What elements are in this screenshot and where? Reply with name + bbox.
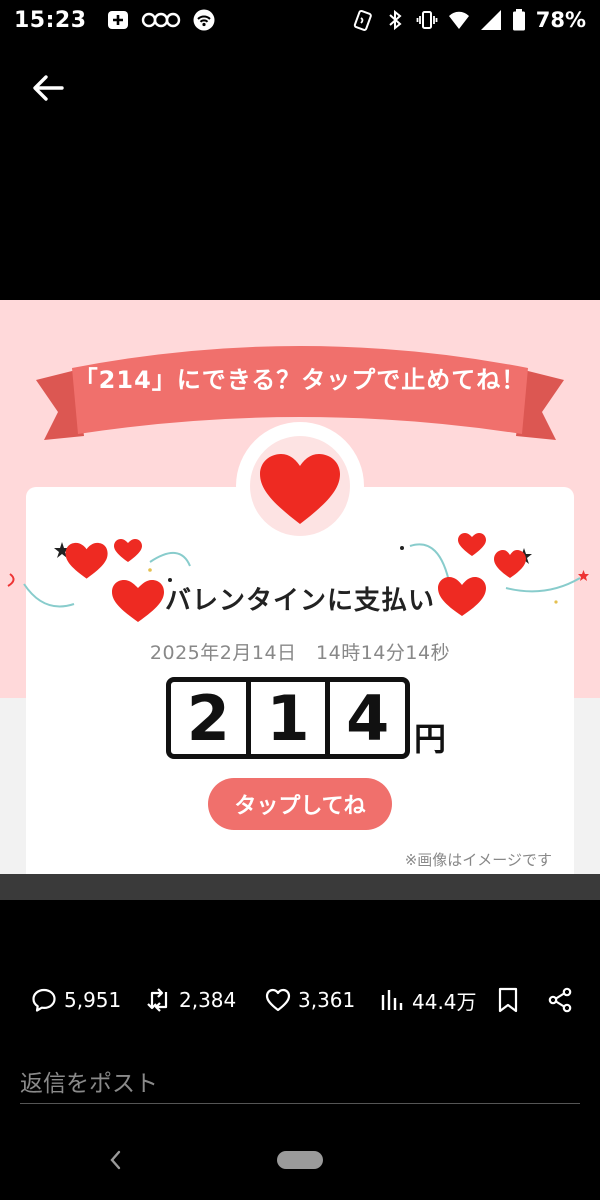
status-bar: 15:23 78% <box>0 0 600 40</box>
repost-button[interactable]: 2,384 <box>145 980 236 1020</box>
like-button[interactable]: 3,361 <box>264 980 355 1020</box>
share-icon <box>548 987 572 1013</box>
nav-home-pill[interactable] <box>277 1151 323 1169</box>
heart-badge <box>236 422 364 550</box>
bookmark-icon <box>498 987 518 1013</box>
nfc-icon <box>353 9 372 31</box>
plus-box-icon <box>107 11 128 29</box>
repost-icon <box>147 988 168 1012</box>
status-left-icons <box>107 9 215 31</box>
wifi-signal-icon <box>448 11 469 29</box>
currency-label: 円 <box>414 720 447 758</box>
battery-percent: 78% <box>535 8 586 32</box>
reply-button[interactable]: 5,951 <box>30 980 121 1020</box>
views-button[interactable]: 44.4万 <box>378 980 477 1020</box>
image-bottom-edge <box>0 874 600 900</box>
card-date: 2025年2月14日 14時14分14秒 <box>149 642 451 664</box>
digit-3: 4 <box>325 682 405 755</box>
digit-1: 2 <box>186 681 230 755</box>
post-image[interactable]: 「214」にできる？タップで止めてね！ バレンタインに支払い 2025年2月14… <box>0 300 600 874</box>
bluetooth-icon <box>389 9 402 31</box>
heart-icon <box>265 988 291 1012</box>
status-time: 15:23 <box>14 7 87 33</box>
comment-icon <box>32 988 56 1012</box>
battery-icon <box>512 9 525 31</box>
back-arrow-icon[interactable] <box>28 68 68 108</box>
wifi-icon <box>193 9 215 31</box>
reply-input[interactable]: 返信をポスト <box>20 1058 580 1104</box>
repost-count: 2,384 <box>179 988 237 1012</box>
share-button[interactable] <box>546 980 574 1020</box>
like-count: 3,361 <box>298 988 356 1012</box>
tap-button: タップしてね <box>208 778 392 830</box>
status-right: 78% <box>352 8 586 32</box>
ribbon-text: 「214」にできる？タップで止めてね！ <box>73 366 527 394</box>
cell-signal-icon <box>480 10 501 30</box>
carrier-icon <box>141 12 180 28</box>
nav-back-icon[interactable] <box>104 1146 128 1174</box>
card-title: バレンタインに支払い <box>164 586 435 616</box>
vibrate-icon <box>416 11 438 29</box>
reply-count: 5,951 <box>64 988 122 1012</box>
bar-chart-icon <box>381 990 403 1010</box>
disclaimer: ※画像はイメージです <box>404 851 552 869</box>
big-heart-icon <box>260 454 340 524</box>
engagement-bar: 5,951 2,384 3,361 44.4万 <box>0 980 600 1020</box>
digit-2: 1 <box>245 682 326 755</box>
digit-counter: 2 1 4 <box>166 677 410 759</box>
view-count: 44.4万 <box>412 989 477 1014</box>
bookmark-button[interactable] <box>494 980 522 1020</box>
